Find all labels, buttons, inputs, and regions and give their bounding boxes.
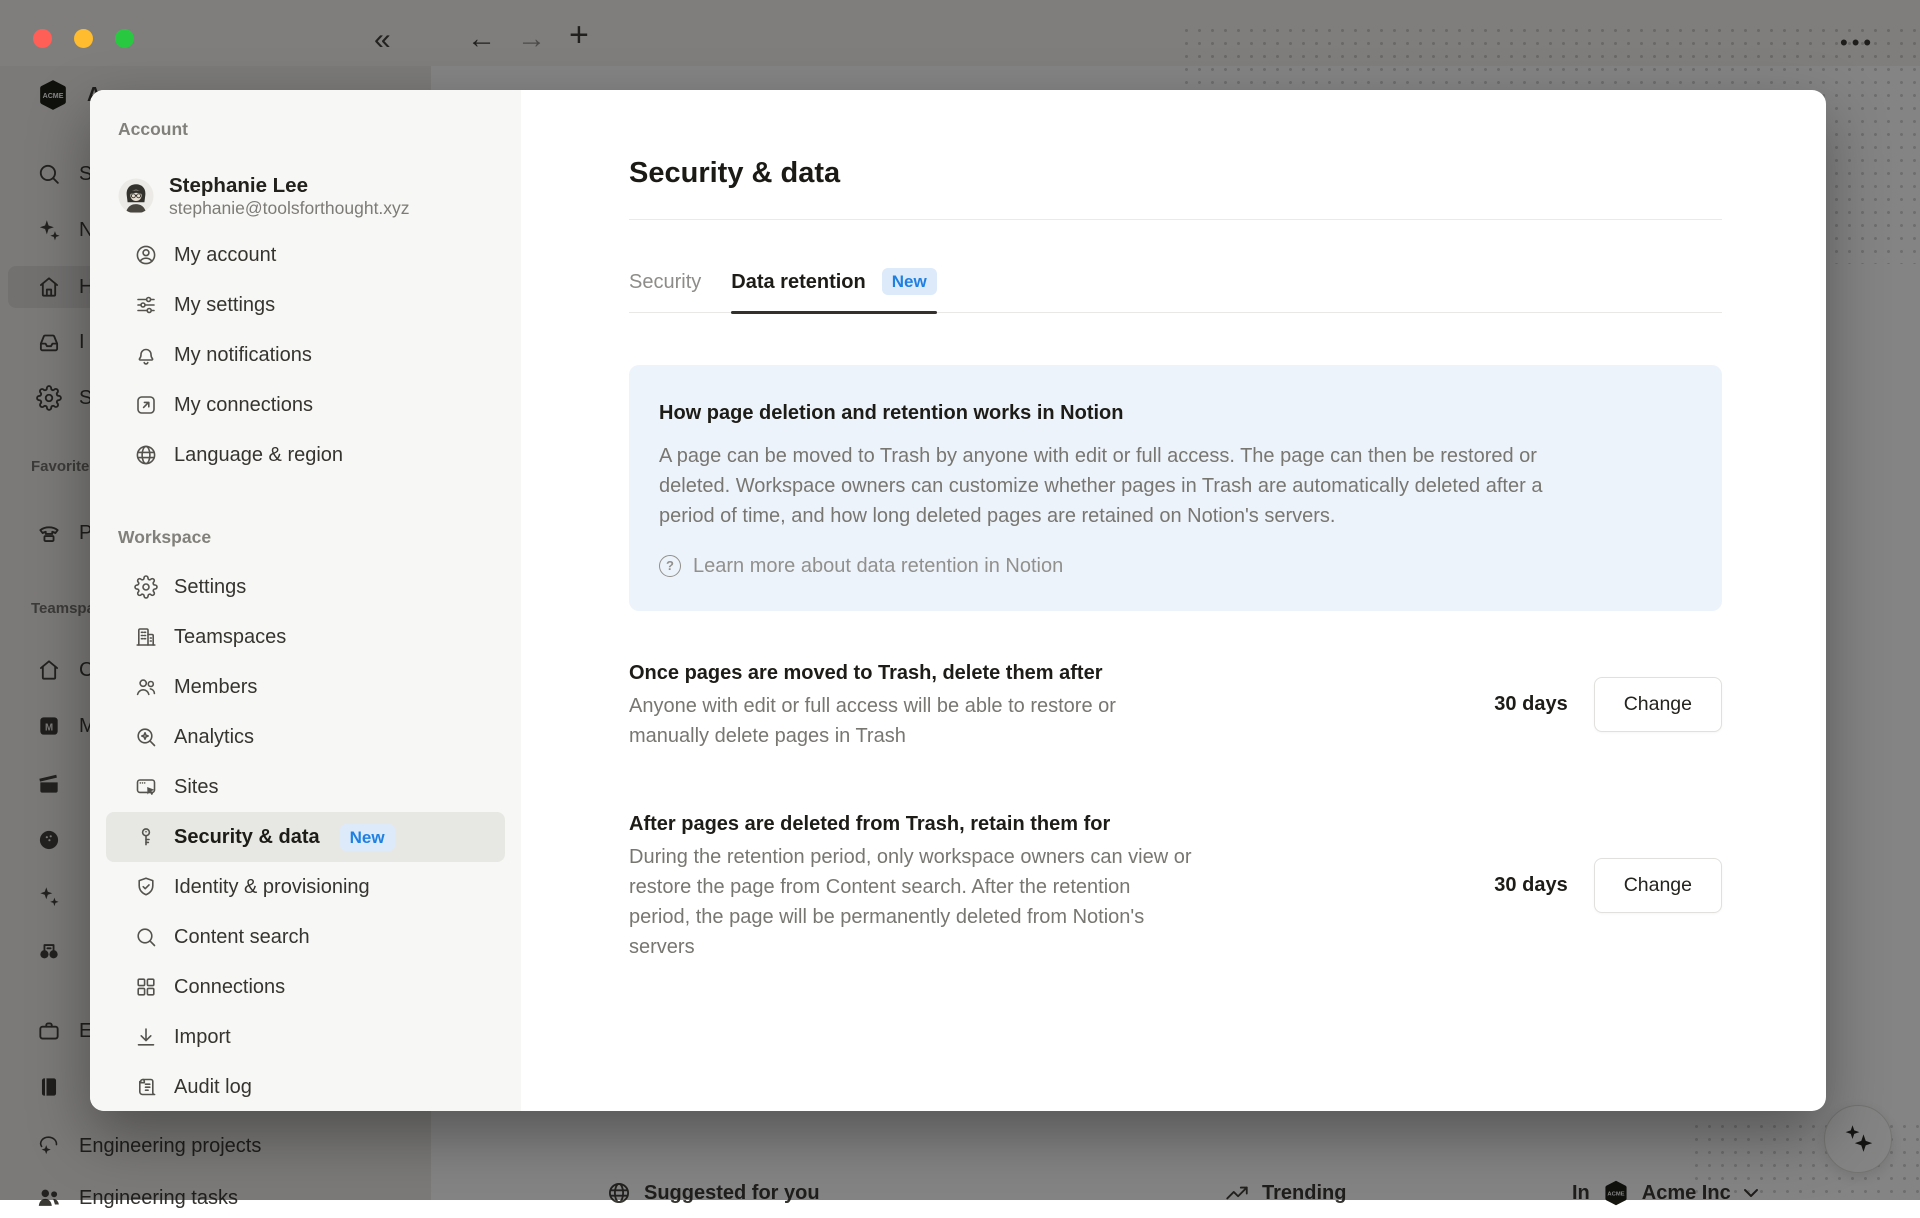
settings-nav-my-account[interactable]: My account bbox=[106, 230, 505, 280]
settings-nav-import[interactable]: Import bbox=[106, 1012, 505, 1062]
setting-description: Anyone with edit or full access will be … bbox=[629, 691, 1239, 751]
grid-icon bbox=[134, 975, 158, 999]
account-section-label: Account bbox=[118, 118, 521, 140]
nav-label: Content search bbox=[174, 925, 310, 950]
minimize-window-button[interactable] bbox=[74, 29, 93, 48]
question-mark-icon: ? bbox=[659, 555, 681, 577]
magnifier-sparkle-icon bbox=[134, 725, 158, 749]
learn-more-link[interactable]: ? Learn more about data retention in Not… bbox=[659, 554, 1063, 578]
settings-nav-my-settings[interactable]: My settings bbox=[106, 280, 505, 330]
settings-nav-identity-provisioning[interactable]: Identity & provisioning bbox=[106, 862, 505, 912]
gear-icon bbox=[134, 575, 158, 599]
settings-modal: Account Stephanie Le bbox=[90, 90, 1826, 1111]
browser-cursor-icon bbox=[134, 775, 158, 799]
people-icon bbox=[134, 675, 158, 699]
settings-nav-content-search[interactable]: Content search bbox=[106, 912, 505, 962]
settings-content: Security & data Security Data retention … bbox=[521, 90, 1826, 1111]
new-badge: New bbox=[882, 268, 937, 295]
shield-check-icon bbox=[134, 875, 158, 899]
nav-label: Language & region bbox=[174, 443, 343, 468]
setting-title: Once pages are moved to Trash, delete th… bbox=[629, 658, 1239, 688]
tab-data-retention[interactable]: Data retention New bbox=[731, 268, 936, 312]
new-badge: New bbox=[340, 824, 395, 851]
scroll-icon bbox=[134, 1075, 158, 1099]
learn-more-label: Learn more about data retention in Notio… bbox=[693, 554, 1063, 578]
nav-label: Security & data bbox=[174, 825, 320, 850]
change-button[interactable]: Change bbox=[1594, 677, 1722, 732]
tab-label: Data retention bbox=[731, 269, 865, 295]
key-icon bbox=[134, 825, 158, 849]
person-circle-icon bbox=[134, 243, 158, 267]
nav-label: Identity & provisioning bbox=[174, 875, 370, 900]
user-name: Stephanie Lee bbox=[169, 173, 410, 198]
callout-body: A page can be moved to Trash by anyone w… bbox=[659, 441, 1692, 531]
setting-description: During the retention period, only worksp… bbox=[629, 842, 1239, 962]
nav-label: Settings bbox=[174, 575, 246, 600]
retention-value: 30 days bbox=[1494, 693, 1567, 716]
callout-title: How page deletion and retention works in… bbox=[659, 400, 1692, 426]
settings-nav-audit-log[interactable]: Audit log bbox=[106, 1062, 505, 1111]
setting-description-line: restore the page from Content search. Af… bbox=[629, 872, 1239, 902]
user-email: stephanie@toolsforthought.xyz bbox=[169, 198, 410, 219]
callout-body-line: A page can be moved to Trash by anyone w… bbox=[659, 441, 1692, 471]
close-window-button[interactable] bbox=[33, 29, 52, 48]
settings-nav-settings[interactable]: Settings bbox=[106, 562, 505, 612]
settings-nav-sites[interactable]: Sites bbox=[106, 762, 505, 812]
setting-description-line: period, the page will be permanently del… bbox=[629, 902, 1239, 932]
bell-icon bbox=[134, 343, 158, 367]
page-title: Security & data bbox=[629, 154, 1722, 192]
building-icon bbox=[134, 625, 158, 649]
tab-bar: Security Data retention New bbox=[629, 268, 1722, 313]
retention-value: 30 days bbox=[1494, 874, 1567, 897]
settings-nav-language-region[interactable]: Language & region bbox=[106, 430, 505, 480]
settings-nav-analytics[interactable]: Analytics bbox=[106, 712, 505, 762]
screen: « ← → + ••• ACME A S N H I S Fa bbox=[0, 0, 1920, 1200]
download-icon bbox=[134, 1025, 158, 1049]
sliders-icon bbox=[134, 293, 158, 317]
setting-title: After pages are deleted from Trash, reta… bbox=[629, 809, 1239, 839]
nav-label: Teamspaces bbox=[174, 625, 286, 650]
window-controls bbox=[33, 29, 134, 48]
nav-label: My account bbox=[174, 243, 276, 268]
settings-sidebar: Account Stephanie Le bbox=[90, 90, 521, 1111]
setting-description-line: manually delete pages in Trash bbox=[629, 721, 1239, 751]
settings-nav-my-notifications[interactable]: My notifications bbox=[106, 330, 505, 380]
settings-nav-teamspaces[interactable]: Teamspaces bbox=[106, 612, 505, 662]
retention-period-setting-row: After pages are deleted from Trash, reta… bbox=[629, 809, 1722, 962]
nav-label: Analytics bbox=[174, 725, 254, 750]
settings-nav-my-connections[interactable]: My connections bbox=[106, 380, 505, 430]
nav-label: Audit log bbox=[174, 1075, 252, 1100]
tab-security[interactable]: Security bbox=[629, 268, 701, 312]
arrow-up-right-box-icon bbox=[134, 393, 158, 417]
nav-label: Sites bbox=[174, 775, 218, 800]
globe-icon bbox=[134, 443, 158, 467]
nav-label: Members bbox=[174, 675, 257, 700]
nav-label: My settings bbox=[174, 293, 275, 318]
nav-label: Connections bbox=[174, 975, 285, 1000]
user-account-row[interactable]: Stephanie Lee stephanie@toolsforthought.… bbox=[106, 172, 505, 220]
nav-label: My connections bbox=[174, 393, 313, 418]
workspace-section-label: Workspace bbox=[118, 526, 521, 548]
settings-nav-security-data[interactable]: Security & data New bbox=[106, 812, 505, 862]
nav-label: Import bbox=[174, 1025, 231, 1050]
setting-description-line: servers bbox=[629, 932, 1239, 962]
setting-description-line: During the retention period, only worksp… bbox=[629, 842, 1239, 872]
retention-info-callout: How page deletion and retention works in… bbox=[629, 365, 1722, 611]
settings-nav-members[interactable]: Members bbox=[106, 662, 505, 712]
change-button[interactable]: Change bbox=[1594, 858, 1722, 913]
magnifier-icon bbox=[134, 925, 158, 949]
trash-deletion-setting-row: Once pages are moved to Trash, delete th… bbox=[629, 658, 1722, 751]
title-divider bbox=[629, 219, 1722, 220]
callout-body-line: deleted. Workspace owners can customize … bbox=[659, 471, 1692, 501]
setting-description-line: Anyone with edit or full access will be … bbox=[629, 691, 1239, 721]
callout-body-line: period of time, and how long deleted pag… bbox=[659, 501, 1692, 531]
avatar bbox=[118, 178, 154, 214]
zoom-window-button[interactable] bbox=[115, 29, 134, 48]
nav-label: My notifications bbox=[174, 343, 312, 368]
settings-nav-connections[interactable]: Connections bbox=[106, 962, 505, 1012]
